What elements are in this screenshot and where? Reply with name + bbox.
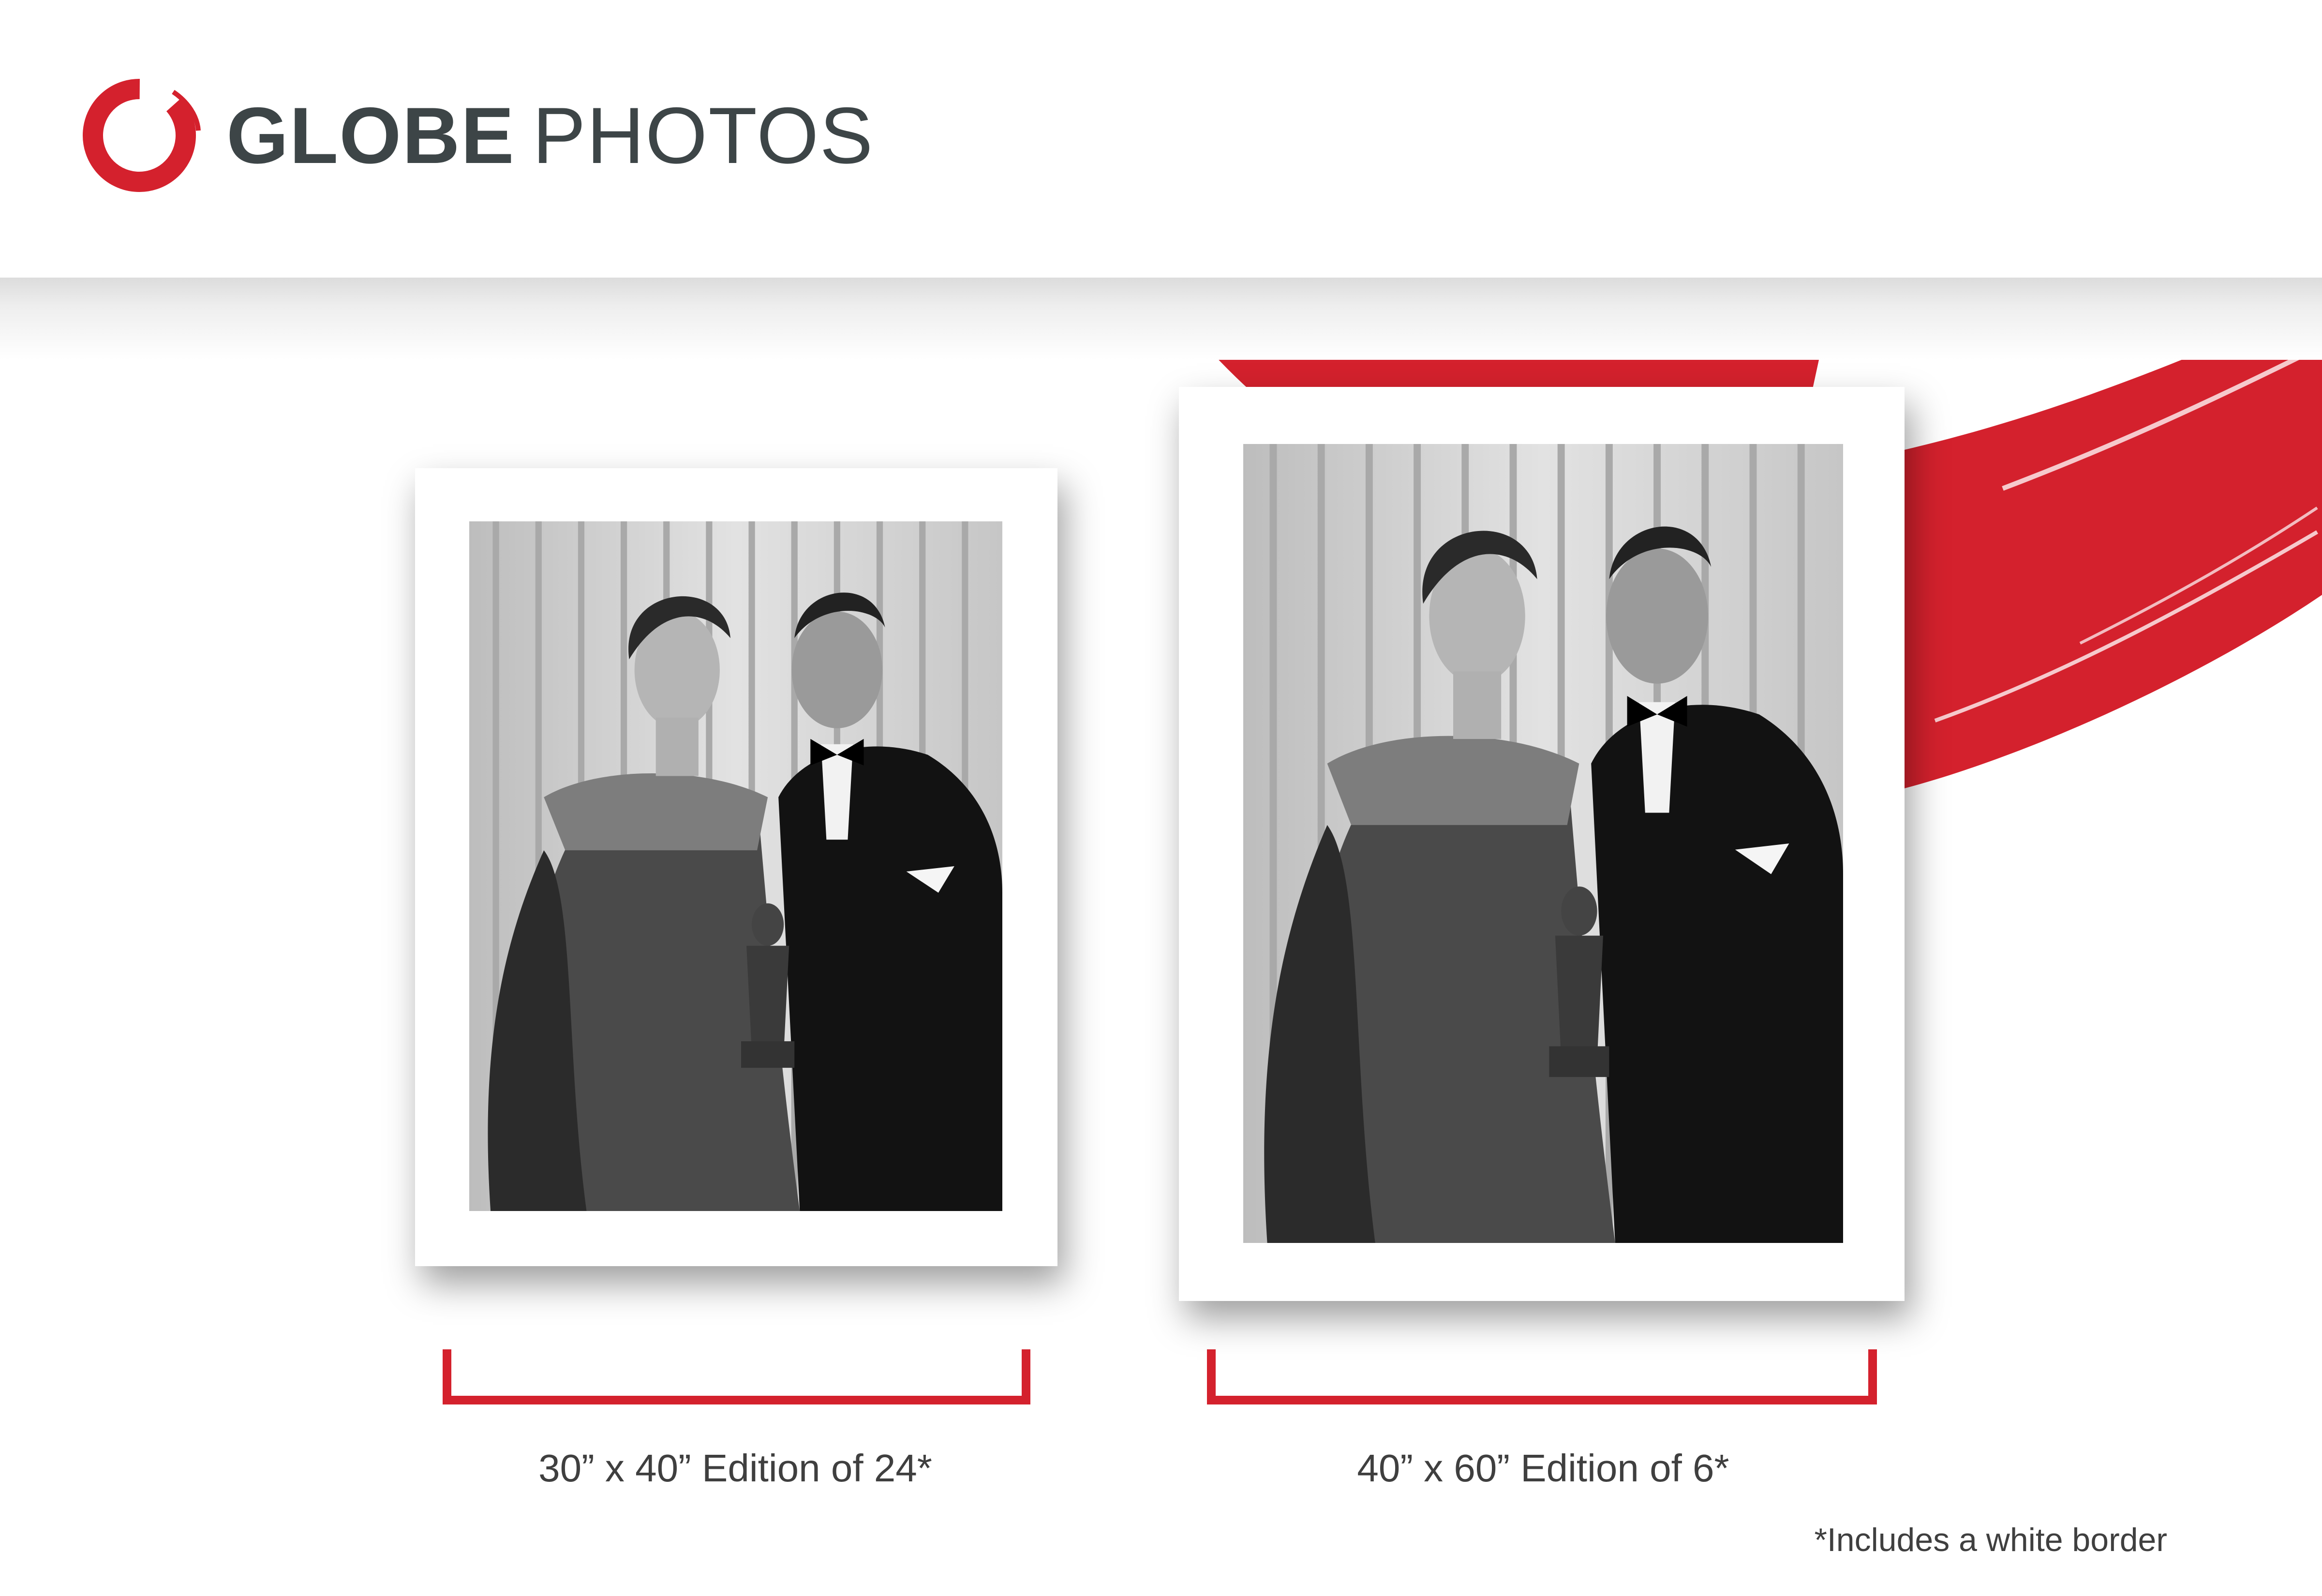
print-size-label-small: 30” x 40” Edition of 24*: [538, 1447, 932, 1490]
page-header: GLOBE PHOTOS: [0, 0, 2322, 278]
size-bracket-large: [1207, 1349, 1877, 1404]
brand-name-light: PHOTOS: [532, 90, 874, 180]
bw-photo-image: [469, 521, 1002, 1211]
red-brush-circle-icon: [83, 79, 201, 192]
border-footnote: *Includes a white border: [1814, 1522, 2167, 1558]
header-shadow: [0, 278, 2322, 360]
globe-photos-logo[interactable]: GLOBE PHOTOS: [76, 73, 874, 198]
print-photo-large: [1243, 444, 1843, 1243]
print-size-label-large: 40” x 60” Edition of 6*: [1357, 1447, 1729, 1490]
size-bracket-small: [443, 1349, 1030, 1404]
bw-photo-image: [1243, 444, 1843, 1243]
brand-name-bold: GLOBE: [226, 90, 515, 180]
print-preview-large[interactable]: [1179, 387, 1905, 1301]
print-preview-small[interactable]: [415, 468, 1057, 1266]
print-photo-small: [469, 521, 1002, 1211]
brand-wordmark: GLOBE PHOTOS: [226, 90, 874, 181]
